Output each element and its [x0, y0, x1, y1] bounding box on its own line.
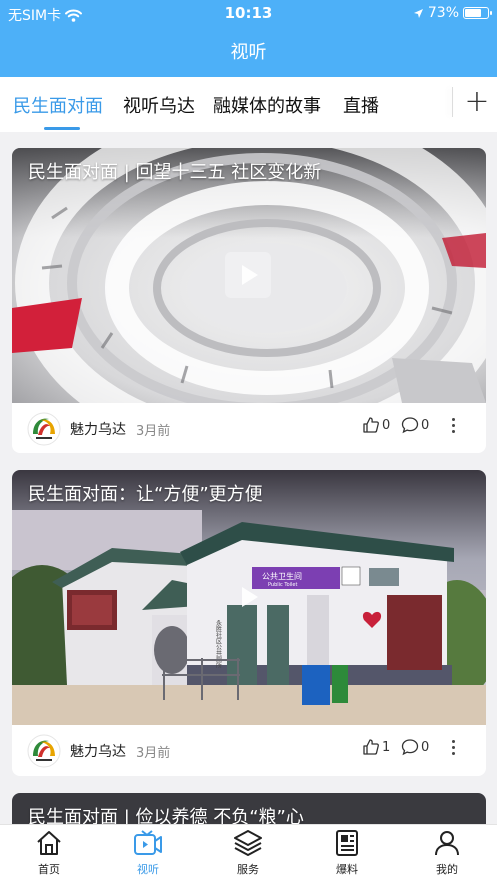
nav-video-label: 视听: [137, 863, 159, 876]
nav-report-label: 爆料: [336, 863, 358, 876]
battery-percent: 73%: [427, 5, 459, 21]
home-icon: [37, 831, 61, 855]
play-icon[interactable]: [225, 574, 271, 620]
post-time: 3月前: [136, 424, 171, 439]
tab-shiting-wuda[interactable]: 视听乌达: [123, 92, 195, 118]
status-bar: 无SIM卡 10:13 73%: [0, 0, 497, 28]
tab-minsheng[interactable]: 民生面对面: [13, 92, 103, 118]
nav-mine[interactable]: 我的: [412, 829, 482, 877]
channel-tabs: 民生面对面 视听乌达 融媒体的故事 直播 +: [0, 77, 497, 132]
video-title: 民生面对面：让“方便”更方便: [28, 484, 263, 505]
comment-button[interactable]: 0: [401, 416, 429, 434]
building-text: 永胜社区公共厕所: [215, 619, 222, 669]
nav-home[interactable]: 首页: [14, 829, 84, 877]
card-meta: 魅力乌达 3月前 1 0: [12, 725, 486, 775]
video-title: 民生面对面 | 俭以养德 不负“粮”心: [28, 807, 304, 824]
user-icon: [435, 831, 459, 856]
thumbs-up-icon: [363, 739, 379, 755]
more-options-icon[interactable]: [448, 737, 458, 761]
tab-rongmeiti-story[interactable]: 融媒体的故事: [213, 92, 321, 118]
page-title: 视听: [230, 42, 267, 63]
video-feed[interactable]: 民生面对面 | 回望十三五 社区变化新 魅力乌达 3月前 0 0 公共卫生间 P…: [0, 132, 497, 824]
video-thumbnail[interactable]: 民生面对面 | 回望十三五 社区变化新: [12, 148, 486, 403]
news-icon: [336, 830, 358, 856]
play-icon[interactable]: [225, 252, 271, 298]
battery-icon: [463, 7, 492, 19]
video-title: 民生面对面 | 回望十三五 社区变化新: [28, 162, 322, 183]
nav-mine-label: 我的: [436, 863, 458, 876]
author-name[interactable]: 魅力乌达: [70, 419, 126, 439]
video-icon: [134, 830, 162, 855]
nav-report[interactable]: 爆料: [312, 829, 382, 877]
top-header: 无SIM卡 10:13 73% 视听: [0, 0, 497, 77]
card-meta: 魅力乌达 3月前 0 0: [12, 403, 486, 453]
comment-button[interactable]: 0: [401, 738, 429, 756]
comment-count: 0: [421, 417, 430, 433]
author-avatar[interactable]: [27, 734, 61, 768]
thumbs-up-icon: [363, 417, 379, 433]
post-time: 3月前: [136, 746, 171, 761]
video-card[interactable]: 公共卫生间 Public Toilet 永胜社区公共厕所 民生面对面：让“方便”…: [12, 470, 486, 776]
layers-icon: [234, 830, 262, 856]
comment-icon: [401, 417, 419, 434]
active-tab-indicator: [44, 127, 80, 130]
like-count: 1: [382, 739, 391, 755]
author-name[interactable]: 魅力乌达: [70, 741, 126, 761]
comment-icon: [401, 739, 419, 756]
video-card[interactable]: 民生面对面 | 俭以养德 不负“粮”心: [12, 793, 486, 824]
like-count: 0: [382, 417, 391, 433]
nav-video[interactable]: 视听: [113, 829, 183, 877]
like-button[interactable]: 1: [362, 738, 390, 756]
author-avatar[interactable]: [27, 412, 61, 446]
bottom-nav: 首页 视听 服务 爆料 我的: [0, 824, 497, 883]
video-thumbnail[interactable]: 公共卫生间 Public Toilet 永胜社区公共厕所 民生面对面：让“方便”…: [12, 470, 486, 725]
toilet-sign-subtext: Public Toilet: [268, 582, 298, 588]
comment-count: 0: [421, 739, 430, 755]
video-card[interactable]: 民生面对面 | 回望十三五 社区变化新 魅力乌达 3月前 0 0: [12, 148, 486, 453]
add-channel-button[interactable]: +: [464, 85, 490, 119]
like-button[interactable]: 0: [362, 416, 390, 434]
location-arrow-icon: [413, 8, 423, 18]
nav-services[interactable]: 服务: [213, 829, 283, 877]
more-options-icon[interactable]: [448, 415, 458, 439]
nav-services-label: 服务: [237, 863, 259, 876]
tab-live[interactable]: 直播: [343, 92, 379, 118]
nav-home-label: 首页: [38, 863, 60, 876]
tab-divider: [452, 87, 453, 117]
